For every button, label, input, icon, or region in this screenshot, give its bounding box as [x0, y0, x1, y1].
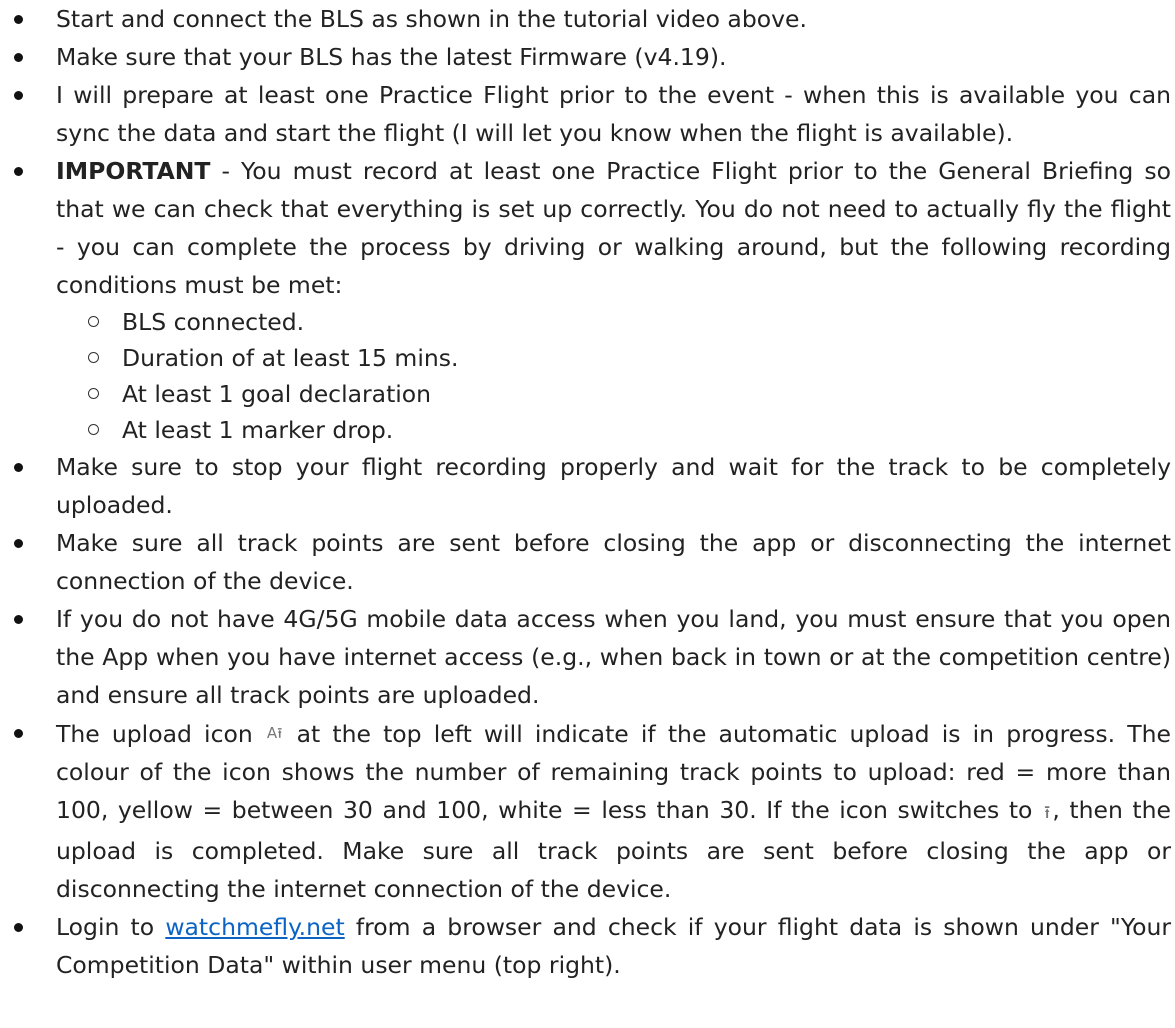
- list-item-text: Make sure to stop your flight recording …: [56, 453, 1171, 519]
- list-item-text: If you do not have 4G/5G mobile data acc…: [56, 605, 1171, 709]
- list-item-text: Make sure that your BLS has the latest F…: [56, 43, 727, 71]
- watchmefly-link[interactable]: watchmefly.net: [165, 913, 344, 941]
- list-item: Make sure to stop your flight recording …: [0, 448, 1175, 524]
- upload-complete-icon: ⭱: [1044, 802, 1051, 823]
- bullet-icon: [14, 463, 23, 472]
- upload-text-a: The upload icon: [56, 720, 253, 748]
- list-item-text: IMPORTANT - You must record at least one…: [56, 152, 1171, 304]
- bullet-icon: [14, 539, 23, 548]
- bullet-icon: [14, 615, 23, 624]
- list-item: I will prepare at least one Practice Fli…: [0, 76, 1175, 152]
- list-item: Make sure all track points are sent befo…: [0, 524, 1175, 600]
- sub-list-item: At least 1 marker drop.: [56, 412, 1175, 448]
- list-item-text: I will prepare at least one Practice Fli…: [56, 81, 1171, 147]
- list-item-upload-icon: The upload icon A⭱ at the top left will …: [0, 714, 1175, 908]
- hollow-bullet-icon: [88, 352, 99, 363]
- important-text: - You must record at least one Practice …: [56, 157, 1171, 299]
- bullet-icon: [14, 923, 23, 932]
- upload-in-progress-icon: A⭱: [266, 724, 283, 742]
- sub-list-item-text: At least 1 marker drop.: [122, 416, 394, 444]
- recording-conditions-list: BLS connected. Duration of at least 15 m…: [56, 304, 1175, 448]
- hollow-bullet-icon: [88, 424, 99, 435]
- instruction-list: Start and connect the BLS as shown in th…: [0, 0, 1175, 984]
- list-item-text: The upload icon A⭱ at the top left will …: [56, 714, 1171, 908]
- important-label: IMPORTANT: [56, 157, 211, 185]
- sub-list-item-text: BLS connected.: [122, 308, 305, 336]
- bullet-icon: [14, 15, 23, 24]
- list-item-important: IMPORTANT - You must record at least one…: [0, 152, 1175, 448]
- list-item-text: Start and connect the BLS as shown in th…: [56, 5, 807, 33]
- sub-list-item: At least 1 goal declaration: [56, 376, 1175, 412]
- list-item: Start and connect the BLS as shown in th…: [0, 0, 1175, 38]
- login-text-a: Login to: [56, 913, 166, 941]
- hollow-bullet-icon: [88, 316, 99, 327]
- bullet-icon: [14, 91, 23, 100]
- document-body: Start and connect the BLS as shown in th…: [0, 0, 1175, 1028]
- sub-list-item: BLS connected.: [56, 304, 1175, 340]
- bullet-icon: [14, 167, 23, 176]
- list-item-text: Make sure all track points are sent befo…: [56, 529, 1171, 595]
- bullet-icon: [14, 729, 23, 738]
- sub-list-item-text: Duration of at least 15 mins.: [122, 344, 459, 372]
- list-item-login: Login to watchmefly.net from a browser a…: [0, 908, 1175, 984]
- bullet-icon: [14, 53, 23, 62]
- sub-list-item-text: At least 1 goal declaration: [122, 380, 432, 408]
- list-item-text: Login to watchmefly.net from a browser a…: [56, 908, 1171, 984]
- hollow-bullet-icon: [88, 388, 99, 399]
- list-item: If you do not have 4G/5G mobile data acc…: [0, 600, 1175, 714]
- sub-list-item: Duration of at least 15 mins.: [56, 340, 1175, 376]
- list-item: Make sure that your BLS has the latest F…: [0, 38, 1175, 76]
